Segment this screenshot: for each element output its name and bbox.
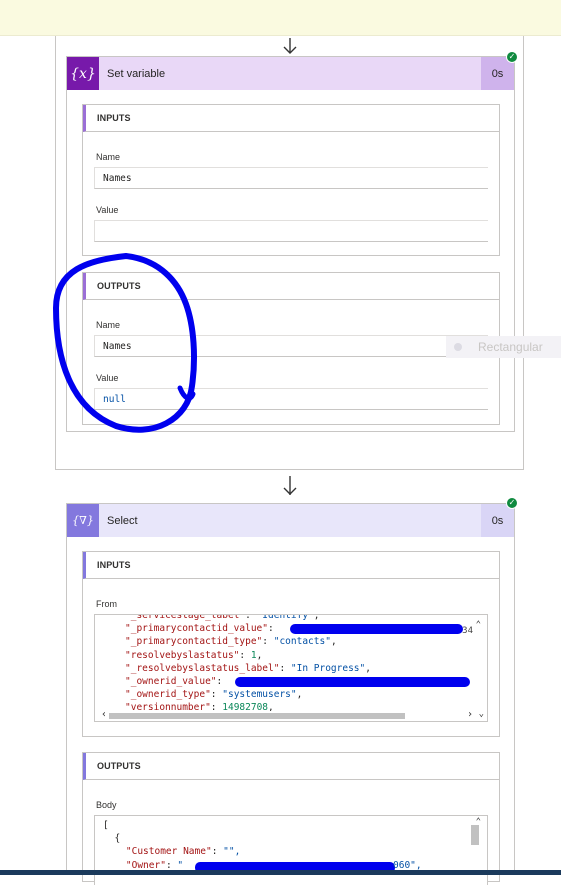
set-variable-card-header[interactable]: {x} Set variable 0s: [67, 57, 514, 90]
json-key: "Customer Name": [125, 846, 212, 858]
variable-icon: {x}: [67, 57, 99, 90]
json-punct: ,: [296, 689, 303, 701]
duration-badge: 0s: [481, 504, 514, 537]
name-label: Name: [96, 152, 121, 162]
rectangular-snip-tooltip: Rectangular: [446, 336, 561, 358]
json-punct: ,: [256, 649, 263, 661]
card-title: Select: [107, 514, 138, 527]
json-punct: :: [279, 662, 291, 674]
from-json-viewer[interactable]: "_servicestage_label": "Identify", "_prim…: [94, 614, 488, 722]
from-label: From: [96, 599, 117, 609]
json-punct: ,: [365, 662, 371, 674]
json-key: "_resolvebyslastatus_label": [125, 662, 280, 674]
json-punct: ,: [313, 614, 320, 621]
json-value: ": [177, 859, 184, 871]
card-title: Set variable: [107, 67, 166, 80]
json-punct: ,: [330, 636, 337, 648]
flow-arrow-down-icon: [283, 476, 297, 495]
json-line: "Customer Name": "",: [103, 845, 240, 858]
json-value: "contacts": [273, 636, 331, 648]
inputs-heading[interactable]: INPUTS: [83, 552, 499, 579]
json-punct: :: [216, 676, 228, 688]
outputs-section: OUTPUTS Body [ { "Customer Name": "", "O…: [82, 752, 500, 885]
json-line: "_primarycontactid_type": "contacts",: [125, 635, 371, 648]
dot-icon: [454, 343, 462, 351]
inputs-heading[interactable]: INPUTS: [83, 105, 499, 132]
horizontal-scrollbar[interactable]: ‹ › ⌄: [95, 708, 487, 721]
json-punct: :: [211, 846, 224, 858]
json-key: "_servicestage_label": [125, 614, 246, 621]
json-line: {: [103, 833, 121, 845]
json-key: "_ownerid_value": [125, 676, 217, 688]
json-line: "resolvebyslastatus": 1,: [125, 649, 371, 662]
scroll-right-arrow-icon[interactable]: ›: [467, 708, 473, 721]
json-punct: :: [239, 649, 251, 661]
value-value-field[interactable]: [94, 220, 488, 242]
name-value-field[interactable]: Names: [94, 167, 488, 189]
json-punct: :: [262, 636, 274, 648]
scrollbar-thumb[interactable]: [471, 825, 479, 845]
redaction-scribble: [235, 677, 470, 688]
json-punct: :: [165, 859, 178, 871]
json-punct: :: [268, 623, 280, 635]
json-value: "systemusers": [222, 689, 297, 701]
success-check-icon: ✓: [506, 497, 518, 509]
inputs-section: INPUTS Name Names Value: [82, 104, 500, 256]
value-label: Value: [96, 205, 119, 215]
scroll-left-arrow-icon[interactable]: ‹: [101, 708, 107, 721]
scroll-down-arrow-icon[interactable]: ⌄: [479, 708, 484, 721]
select-icon: {∇}: [67, 504, 99, 537]
scroll-up-arrow-icon[interactable]: ⌃: [476, 619, 481, 632]
select-card-header[interactable]: {∇} Select 0s: [67, 504, 514, 537]
json-value: "Identify": [256, 614, 314, 621]
top-banner: [0, 0, 561, 36]
inputs-section: INPUTS From "_servicestage_label": "Iden…: [82, 551, 500, 737]
json-line: "_primarycontactid_value":: [125, 622, 463, 635]
outputs-heading[interactable]: OUTPUTS: [83, 753, 499, 780]
json-line: "_servicestage_label": "Identify",: [125, 614, 371, 622]
flow-arrow-down-icon: [283, 38, 297, 54]
bottom-edge-bar: [0, 870, 561, 875]
json-punct: :: [245, 614, 257, 621]
scrollbar-thumb[interactable]: [109, 713, 405, 719]
json-value: "",: [223, 846, 241, 858]
body-label: Body: [96, 800, 117, 810]
success-check-icon: ✓: [506, 51, 518, 63]
json-line: "_ownerid_type": "systemusers",: [125, 688, 371, 701]
json-key: "_ownerid_type": [125, 689, 211, 701]
json-key: "Owner": [125, 859, 166, 871]
json-line: "_ownerid_value":: [125, 675, 470, 688]
json-key: "_primarycontactid_type": [125, 636, 263, 648]
annotation-circle: [52, 252, 197, 433]
json-key: "resolvebyslastatus": [125, 649, 240, 661]
json-key: "_primarycontactid_value": [125, 623, 268, 635]
redaction-scribble: [290, 624, 463, 635]
from-trailing-fragment: 34: [462, 626, 473, 636]
select-action-card[interactable]: {∇} Select 0s INPUTS From "_servicestage…: [66, 503, 515, 885]
tooltip-text: Rectangular: [478, 340, 543, 354]
json-line: "_resolvebyslastatus_label": "In Progres…: [125, 662, 371, 675]
json-line: [: [103, 820, 109, 831]
json-value: "In Progress": [290, 662, 366, 674]
json-punct: :: [210, 689, 223, 701]
